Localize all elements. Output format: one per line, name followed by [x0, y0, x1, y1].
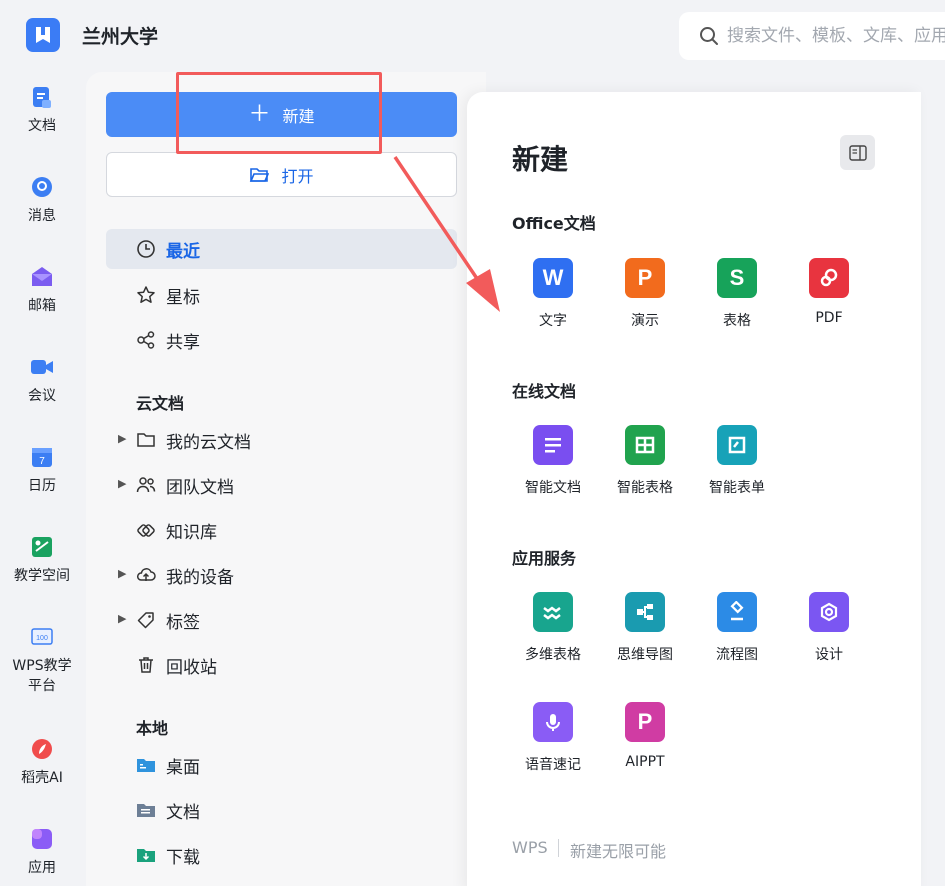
wps-teaching-icon: 100	[31, 628, 53, 645]
documents-folder-icon	[137, 804, 155, 817]
sidebar-item-knowledge-base[interactable]: 知识库	[106, 510, 457, 550]
word-icon: W	[533, 258, 573, 298]
org-name: 兰州大学	[82, 26, 159, 48]
microphone-icon	[533, 702, 573, 742]
sidebar-item-downloads[interactable]: 下载	[106, 835, 457, 875]
pdf-icon	[809, 258, 849, 298]
new-multidimensional-table-button[interactable]: 多维表格	[513, 592, 593, 664]
rail-item-mail[interactable]: 邮箱	[0, 264, 84, 316]
rail-item-messages[interactable]: 消息	[0, 174, 84, 226]
new-mind-map-button[interactable]: 思维导图	[605, 592, 685, 664]
rail-item-meeting[interactable]: 会议	[0, 354, 84, 406]
new-design-button[interactable]: 设计	[789, 592, 869, 664]
smart-sheet-icon	[625, 425, 665, 465]
apps-icon	[32, 829, 52, 849]
rail-item-teaching-space[interactable]: 教学空间	[0, 534, 84, 586]
annotation-highlight-box	[176, 72, 382, 154]
sidebar-item-recent[interactable]: 最近	[106, 229, 457, 269]
sidebar-toggle-icon	[848, 144, 867, 161]
spreadsheet-icon: S	[717, 258, 757, 298]
app-logo[interactable]	[26, 18, 60, 52]
footer-slogan: 新建无限可能	[570, 842, 667, 861]
new-panel-title: 新建	[512, 143, 569, 176]
sidebar-item-my-devices[interactable]: ▶ 我的设备	[106, 555, 457, 595]
clock-icon	[137, 240, 155, 258]
app-services-title: 应用服务	[512, 549, 577, 568]
search-bar[interactable]	[679, 12, 945, 60]
new-aippt-button[interactable]: P AIPPT	[605, 702, 685, 770]
sidebar-item-documents[interactable]: 文档	[106, 790, 457, 830]
new-smart-doc-button[interactable]: 智能文档	[513, 425, 593, 497]
download-folder-icon	[137, 849, 155, 862]
rail-item-calendar[interactable]: 7 日历	[0, 444, 84, 496]
new-spreadsheet-button[interactable]: S 表格	[697, 258, 777, 330]
caret-right-icon[interactable]: ▶	[118, 432, 126, 445]
new-presentation-button[interactable]: P 演示	[605, 258, 685, 330]
caret-right-icon[interactable]: ▶	[118, 477, 126, 490]
sidebar-item-shared[interactable]: 共享	[106, 320, 457, 360]
rail-item-wps-teaching[interactable]: 100 WPS教学 平台	[0, 624, 84, 696]
footer-brand: WPS	[512, 838, 548, 857]
folder-open-icon	[250, 167, 270, 182]
new-flowchart-button[interactable]: 流程图	[697, 592, 777, 664]
docer-ai-icon	[32, 739, 52, 759]
search-input[interactable]	[727, 26, 945, 46]
rail-item-docs[interactable]: 文档	[0, 84, 84, 136]
caret-right-icon[interactable]: ▶	[118, 612, 126, 625]
calendar-icon: 7	[32, 448, 52, 467]
star-icon	[137, 286, 155, 303]
sidebar-item-tags[interactable]: ▶ 标签	[106, 600, 457, 640]
sidebar-item-starred[interactable]: 星标	[106, 275, 457, 315]
open-button-label: 打开	[281, 166, 314, 186]
share-icon	[137, 331, 155, 349]
flowchart-icon	[717, 592, 757, 632]
local-section-title: 本地	[136, 719, 169, 738]
trash-icon	[139, 657, 153, 673]
footer-divider	[558, 839, 559, 857]
new-word-button[interactable]: W 文字	[513, 258, 593, 330]
svg-text:100: 100	[36, 635, 48, 642]
mail-icon	[32, 267, 52, 286]
svg-text:7: 7	[39, 456, 45, 467]
tag-icon	[137, 612, 154, 629]
teaching-space-icon	[32, 537, 52, 557]
message-icon	[32, 177, 52, 197]
sidebar-item-team-docs[interactable]: ▶ 团队文档	[106, 465, 457, 505]
sidebar-item-trash[interactable]: 回收站	[106, 645, 457, 685]
design-icon	[809, 592, 849, 632]
presentation-icon: P	[625, 258, 665, 298]
meeting-icon	[31, 360, 53, 374]
online-docs-title: 在线文档	[512, 382, 577, 401]
sidebar-item-desktop[interactable]: 桌面	[106, 745, 457, 785]
panel-toggle-button[interactable]	[840, 135, 875, 170]
open-button[interactable]: 打开	[106, 152, 457, 197]
caret-right-icon[interactable]: ▶	[118, 567, 126, 580]
smart-doc-icon	[533, 425, 573, 465]
new-smart-form-button[interactable]: 智能表单	[697, 425, 777, 497]
aippt-icon: P	[625, 702, 665, 742]
multidim-table-icon	[533, 592, 573, 632]
knowledge-icon	[137, 524, 155, 537]
office-docs-title: Office文档	[512, 214, 596, 233]
rail-item-apps[interactable]: 应用	[0, 826, 84, 878]
cloud-device-icon	[136, 568, 156, 581]
team-icon	[136, 477, 156, 493]
doc-icon	[33, 87, 51, 108]
new-pdf-button[interactable]: PDF	[789, 258, 869, 326]
sidebar-item-my-cloud[interactable]: ▶ 我的云文档	[106, 420, 457, 460]
folder-icon	[137, 433, 155, 447]
mind-map-icon	[625, 592, 665, 632]
smart-form-icon	[717, 425, 757, 465]
new-voice-note-button[interactable]: 语音速记	[513, 702, 593, 774]
desktop-folder-icon	[137, 759, 155, 772]
cloud-docs-section-title: 云文档	[136, 394, 185, 413]
rail-item-docer-ai[interactable]: 稻壳AI	[0, 736, 84, 788]
search-icon	[700, 27, 718, 45]
new-smart-sheet-button[interactable]: 智能表格	[605, 425, 685, 497]
